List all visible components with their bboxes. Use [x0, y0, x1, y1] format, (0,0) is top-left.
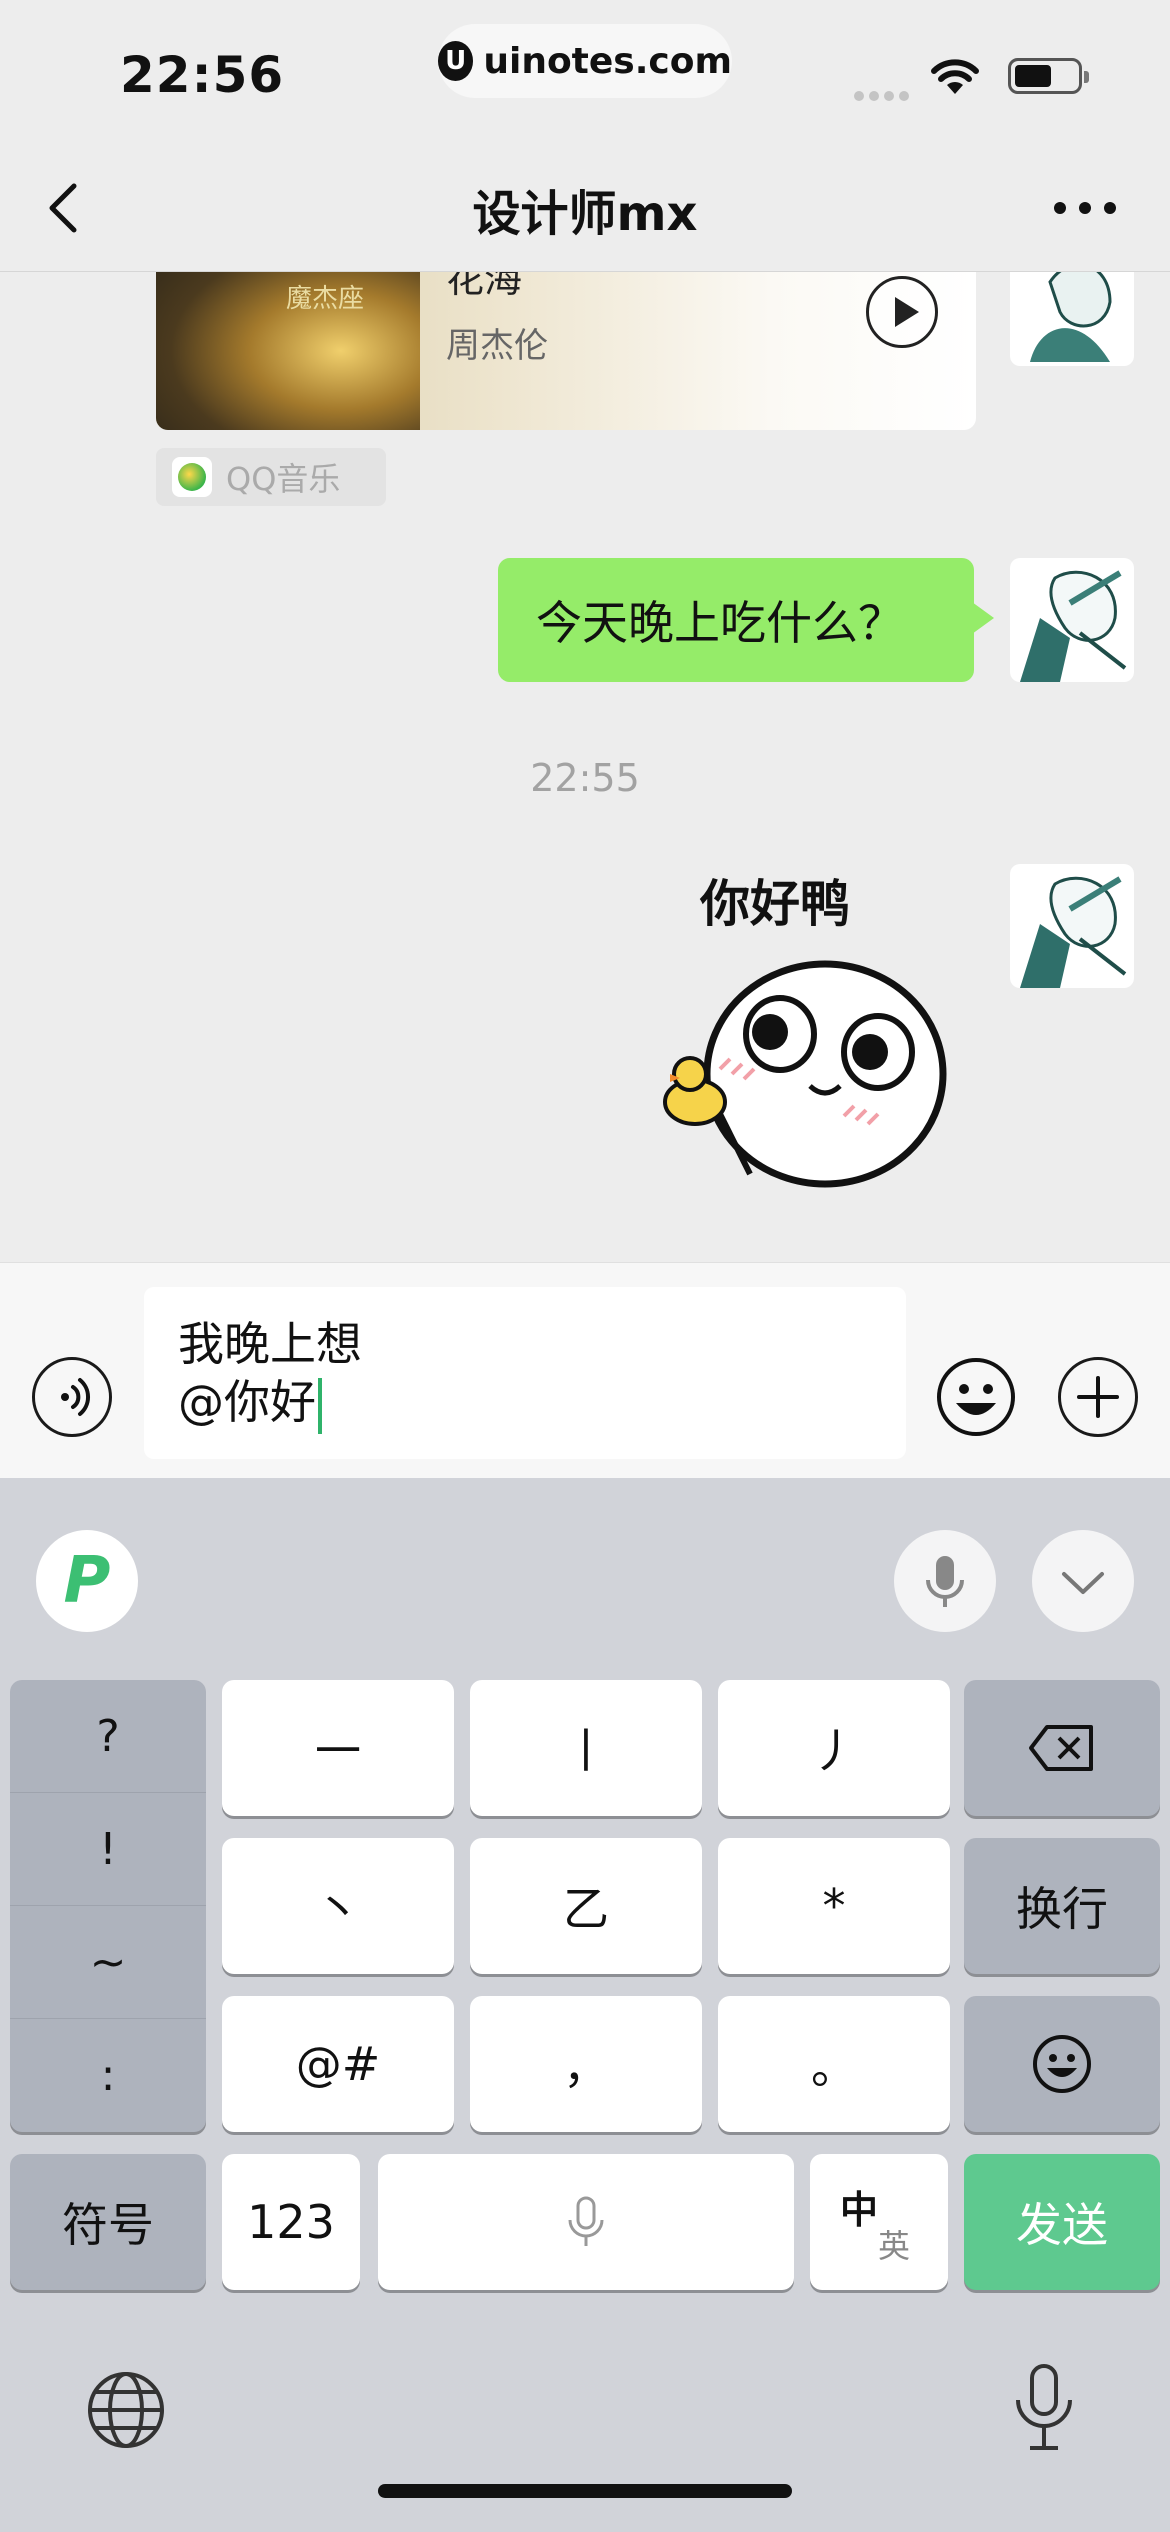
- stroke-key-zhe[interactable]: 乙: [470, 1838, 702, 1974]
- voice-input-button[interactable]: [32, 1357, 112, 1437]
- text-caret: [318, 1377, 322, 1434]
- music-source-tag[interactable]: QQ音乐: [156, 448, 386, 506]
- chat-header: 设计师mx: [0, 140, 1170, 272]
- keyboard-brand-logo-icon[interactable]: P: [36, 1530, 138, 1632]
- send-key[interactable]: 发送: [964, 2154, 1160, 2290]
- avatar[interactable]: [1010, 864, 1134, 988]
- song-title: 花海: [446, 272, 523, 301]
- stroke-key-wildcard[interactable]: *: [718, 1838, 950, 1974]
- song-artist: 周杰伦: [446, 326, 548, 366]
- uinotes-logo-icon: U: [438, 41, 474, 81]
- home-indicator[interactable]: [378, 2484, 792, 2498]
- language-switch-key[interactable]: 中 英: [810, 2154, 948, 2290]
- sent-message-bubble[interactable]: 今天晚上吃什么？: [498, 558, 994, 682]
- battery-icon: [1008, 58, 1089, 94]
- backspace-icon: [1029, 1725, 1093, 1771]
- stroke-key-shu[interactable]: 丨: [470, 1680, 702, 1816]
- numbers-key[interactable]: 123: [222, 2154, 360, 2290]
- anime-avatar-icon: [1020, 876, 1127, 988]
- music-share-card[interactable]: 魔杰座 花海 周杰伦: [156, 272, 976, 430]
- smiley-icon: [1033, 2035, 1091, 2093]
- more-functions-button[interactable]: [1058, 1357, 1138, 1437]
- stroke-key-pie[interactable]: 丿: [718, 1680, 950, 1816]
- anime-avatar-icon: [1030, 272, 1112, 362]
- punctuation-list[interactable]: ? ! ~ :: [10, 1680, 206, 2132]
- avatar[interactable]: [1010, 272, 1134, 366]
- symbols-key[interactable]: 符号: [10, 2154, 206, 2290]
- cellular-signal-icon: [854, 86, 916, 101]
- avatar[interactable]: [1010, 558, 1134, 682]
- stroke-key-heng[interactable]: 一: [222, 1680, 454, 1816]
- chat-title: 设计师mx: [472, 186, 698, 242]
- wifi-icon: [931, 59, 979, 94]
- more-dots-icon[interactable]: [1050, 198, 1120, 218]
- message-input-line-2-wrap: @你好: [178, 1373, 872, 1434]
- message-timestamp: 22:55: [530, 756, 640, 800]
- period-key[interactable]: 。: [718, 1996, 950, 2132]
- album-cover: 魔杰座: [156, 272, 420, 430]
- sticker-message[interactable]: 你好鸭: [640, 864, 970, 1204]
- chevron-down-icon: [1062, 1572, 1104, 1594]
- microphone-icon: [568, 2196, 604, 2246]
- message-list[interactable]: 魔杰座 花海 周杰伦 QQ音乐 今天晚上吃什么？ 22:55 你好鸭: [0, 272, 1170, 1262]
- globe-icon[interactable]: [86, 2370, 166, 2450]
- sticker-caption: 你好鸭: [700, 875, 850, 933]
- keyboard-collapse-button[interactable]: [1032, 1530, 1134, 1632]
- punct-key[interactable]: ~: [10, 1906, 206, 2019]
- symbol-at-key[interactable]: @#: [222, 1996, 454, 2132]
- lang-secondary: 英: [878, 2227, 911, 2265]
- emoji-button[interactable]: [936, 1357, 1016, 1437]
- punct-key[interactable]: :: [10, 2019, 206, 2132]
- url-pill[interactable]: U uinotes.com: [438, 24, 732, 98]
- punct-key[interactable]: !: [10, 1793, 206, 1906]
- play-button[interactable]: [866, 276, 938, 348]
- status-time: 22:56: [120, 46, 285, 104]
- album-title: 魔杰座: [286, 284, 365, 314]
- stroke-keyboard: P ? ! ~ : 一 丨 丿 丶 乙 * 换行 @# ， 。 符号 123 中…: [0, 1478, 1170, 2532]
- return-key[interactable]: 换行: [964, 1838, 1160, 1974]
- message-input[interactable]: 我晚上想 @你好: [144, 1287, 906, 1459]
- dictation-microphone-icon[interactable]: [1006, 2360, 1082, 2456]
- microphone-icon: [926, 1556, 964, 1607]
- music-source-label: QQ音乐: [226, 460, 341, 498]
- wechat-chat-screen: 22:56 U uinotes.com 设计师mx 魔杰座 花海 周杰伦 QQ音…: [0, 0, 1170, 2532]
- keyboard-voice-button[interactable]: [894, 1530, 996, 1632]
- anime-avatar-icon: [1020, 570, 1127, 682]
- status-bar: 22:56 U uinotes.com: [0, 0, 1170, 140]
- voice-wave-icon: [61, 1378, 91, 1416]
- input-bar: 我晚上想 @你好: [0, 1262, 1170, 1478]
- message-input-line-1: 我晚上想: [178, 1317, 362, 1371]
- space-key[interactable]: [378, 2154, 794, 2290]
- punct-key[interactable]: ?: [10, 1680, 206, 1793]
- language-switch-glyphs: 中 英: [834, 2177, 924, 2267]
- delete-button[interactable]: [964, 1680, 1160, 1816]
- comma-key[interactable]: ，: [470, 1996, 702, 2132]
- url-text: uinotes.com: [483, 40, 732, 82]
- lang-primary: 中: [840, 2188, 879, 2232]
- stroke-key-dian[interactable]: 丶: [222, 1838, 454, 1974]
- message-input-line-2: @你好: [178, 1375, 316, 1429]
- plus-icon: [1077, 1376, 1119, 1418]
- qq-music-icon: [172, 457, 212, 497]
- emoji-key[interactable]: [964, 1996, 1160, 2132]
